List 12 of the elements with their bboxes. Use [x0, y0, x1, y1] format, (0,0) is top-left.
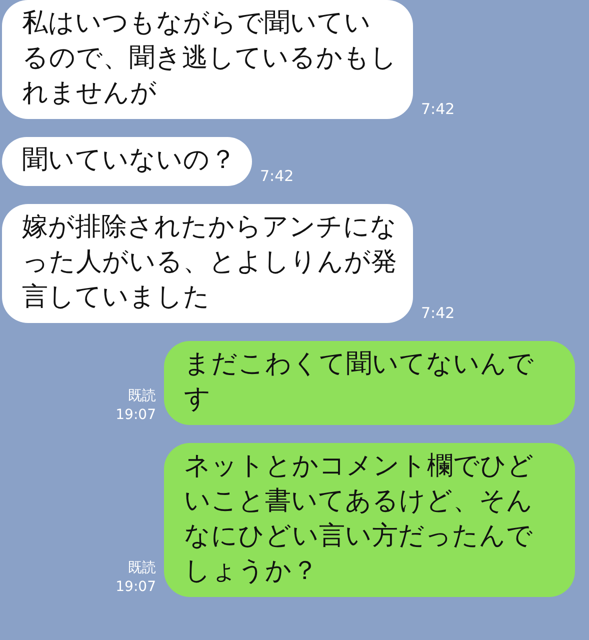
read-receipt: 既読 — [128, 559, 156, 578]
message-bubble: 嫁が排除されたからアンチになった人がいる、とよしりんが発言していました — [2, 204, 413, 323]
message-time: 7:42 — [421, 100, 455, 119]
message-bubble: まだこわくて聞いてないんです — [164, 341, 575, 425]
message-bubble: 聞いていないの？ — [2, 137, 252, 186]
message-time: 19:07 — [116, 578, 156, 597]
message-bubble: ネットとかコメント欄でひどいこと書いてあるけど、そんなにひどい言い方だったんでしょうか？ — [164, 443, 575, 597]
message-time: 7:42 — [260, 167, 294, 186]
read-receipt: 既読 — [128, 387, 156, 406]
message-time: 19:07 — [116, 406, 156, 425]
message-time: 7:42 — [421, 304, 455, 323]
message-bubble: 私はいつもながらで聞いているので、聞き逃しているかもしれませんが — [2, 0, 413, 119]
